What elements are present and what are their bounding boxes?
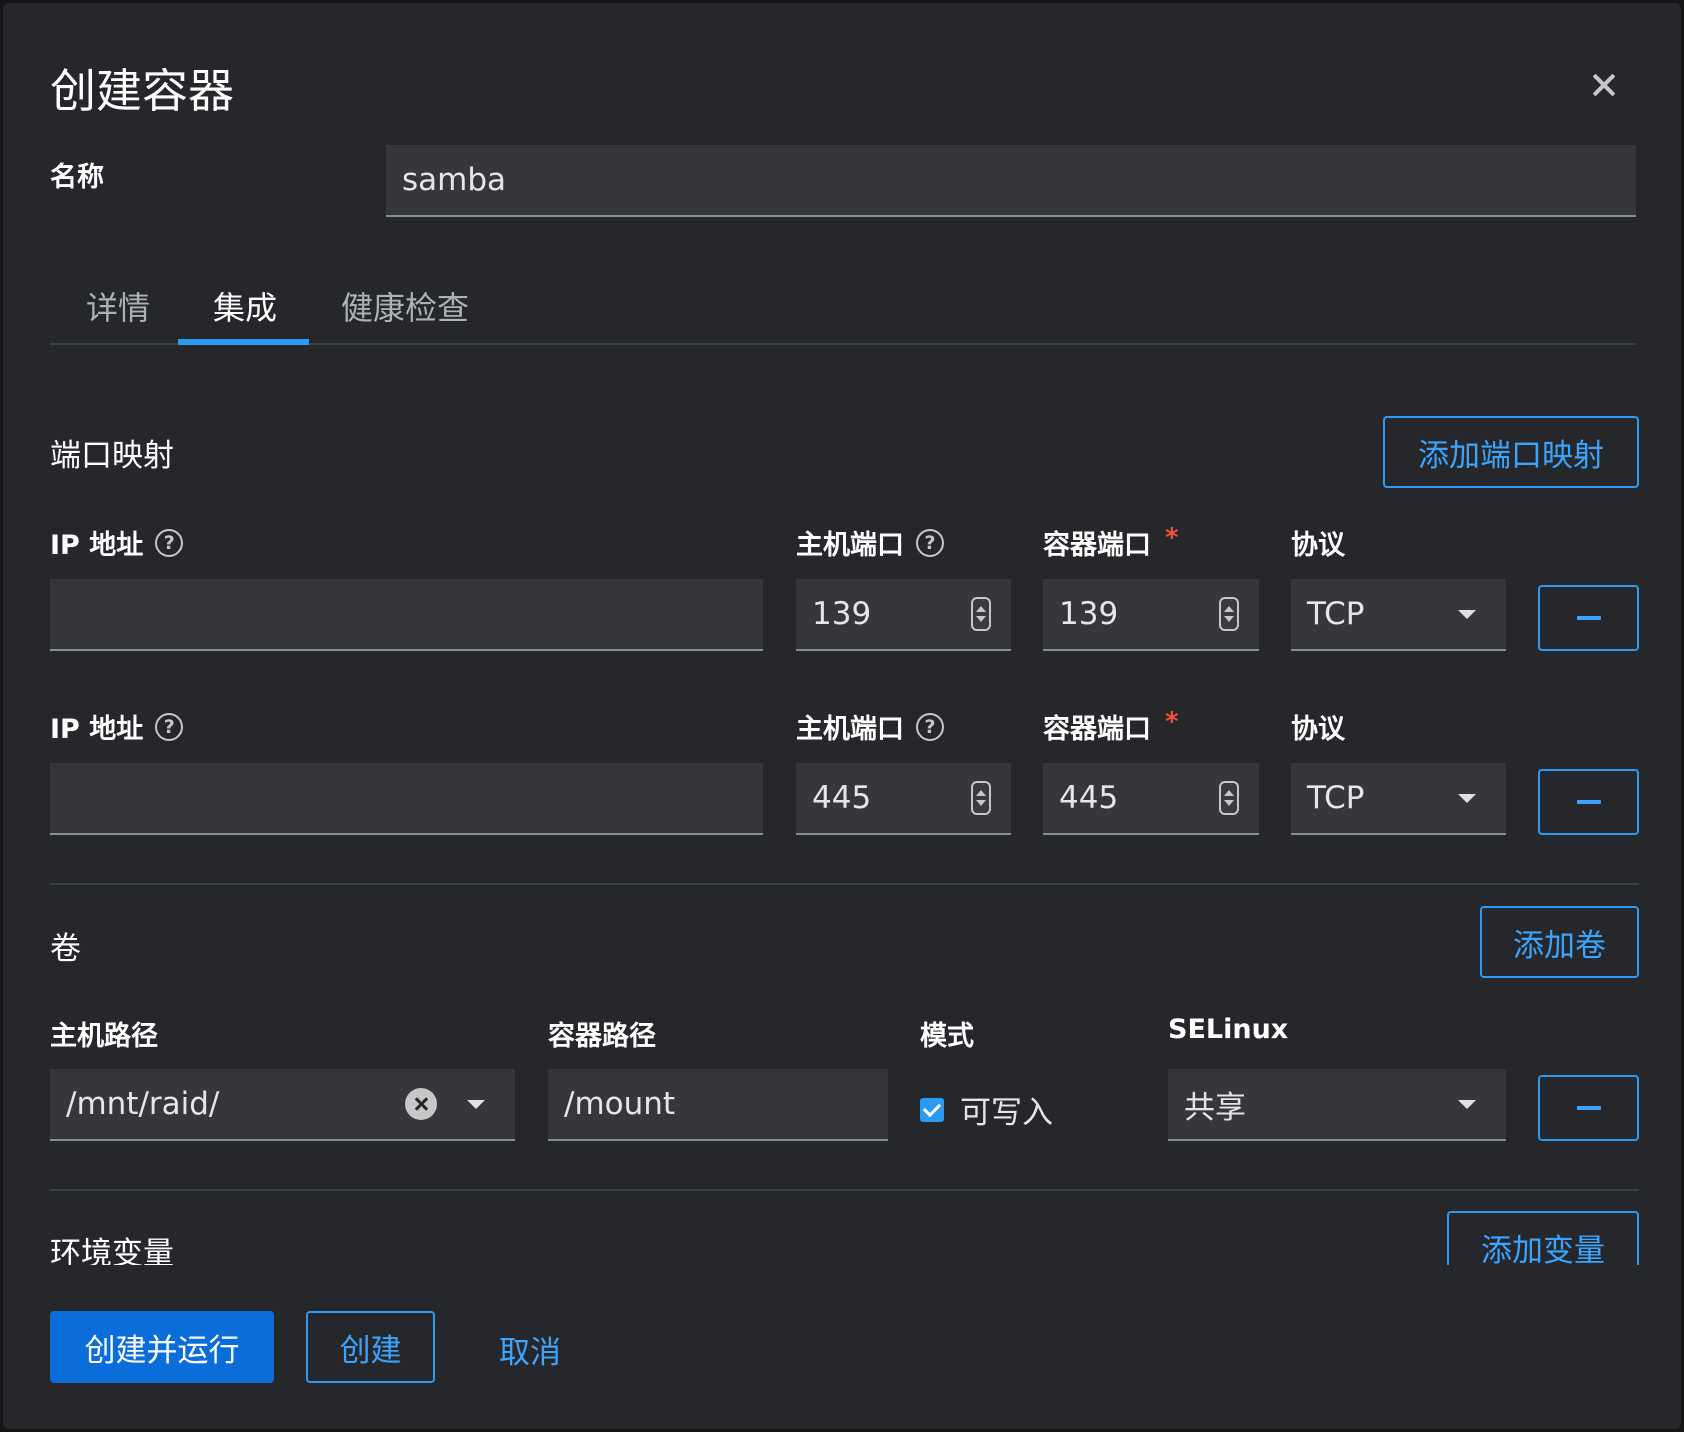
- spinner-icon[interactable]: [1219, 781, 1239, 815]
- host-port-label-group: 主机端口 ?: [796, 707, 944, 746]
- host-port-input[interactable]: 139: [796, 579, 1011, 651]
- host-port-value: 445: [812, 780, 872, 816]
- help-icon[interactable]: ?: [155, 528, 184, 557]
- writable-checkbox[interactable]: [920, 1097, 944, 1122]
- volumes-title: 卷: [50, 931, 81, 967]
- container-port-label-group: 容器端口 *: [1043, 707, 1179, 746]
- remove-volume-button[interactable]: [1538, 1075, 1639, 1141]
- ip-address-label: IP 地址: [50, 530, 144, 561]
- add-volume-button[interactable]: 添加卷: [1480, 906, 1639, 978]
- host-port-label: 主机端口: [796, 530, 904, 561]
- minus-icon: [1576, 1106, 1601, 1110]
- create-and-run-button[interactable]: 创建并运行: [50, 1311, 274, 1383]
- ip-address-input[interactable]: [50, 579, 763, 651]
- dialog-title: 创建容器: [50, 64, 234, 118]
- active-tab-indicator: [178, 339, 309, 345]
- cancel-link[interactable]: 取消: [499, 1327, 561, 1372]
- section-divider: [50, 1189, 1639, 1191]
- name-label: 名称: [50, 162, 104, 193]
- caret-down-icon: [1458, 1099, 1476, 1109]
- selinux-select[interactable]: 共享: [1168, 1069, 1506, 1141]
- spinner-icon[interactable]: [971, 597, 991, 631]
- spinner-icon[interactable]: [1219, 597, 1239, 631]
- remove-port-button[interactable]: [1538, 585, 1639, 651]
- container-path-value: /mount: [564, 1086, 676, 1122]
- ip-address-label-group: IP 地址 ?: [50, 707, 184, 746]
- writable-checkbox-group[interactable]: 可写入: [920, 1087, 1053, 1132]
- host-port-label: 主机端口: [796, 714, 904, 745]
- host-port-input[interactable]: 445: [796, 763, 1011, 835]
- required-asterisk: *: [1165, 707, 1179, 737]
- port-mapping-title: 端口映射: [50, 438, 174, 474]
- caret-down-icon: [1458, 793, 1476, 803]
- container-port-label: 容器端口: [1043, 530, 1151, 561]
- container-port-input[interactable]: 445: [1043, 763, 1259, 835]
- ip-address-label: IP 地址: [50, 714, 144, 745]
- protocol-select[interactable]: TCP: [1291, 579, 1506, 651]
- mode-label: 模式: [920, 1021, 974, 1052]
- minus-icon: [1576, 800, 1601, 804]
- create-button[interactable]: 创建: [306, 1311, 435, 1383]
- create-container-dialog: 创建容器 名称 samba 详情 集成 健康检查 端口映射 添加端口映射 IP …: [3, 3, 1681, 1429]
- clear-icon[interactable]: [405, 1088, 437, 1120]
- required-asterisk: *: [1165, 523, 1179, 553]
- selinux-label: SELinux: [1168, 1014, 1289, 1045]
- host-path-value: /mnt/raid/: [66, 1086, 220, 1122]
- help-icon[interactable]: ?: [155, 712, 184, 741]
- name-input-value: samba: [402, 162, 507, 198]
- caret-down-icon: [1458, 609, 1476, 619]
- spinner-icon[interactable]: [971, 781, 991, 815]
- protocol-value: TCP: [1307, 596, 1365, 632]
- container-port-label-group: 容器端口 *: [1043, 523, 1179, 562]
- protocol-label: 协议: [1291, 530, 1345, 561]
- container-port-input[interactable]: 139: [1043, 579, 1259, 651]
- protocol-select[interactable]: TCP: [1291, 763, 1506, 835]
- protocol-value: TCP: [1307, 780, 1365, 816]
- ip-address-label-group: IP 地址 ?: [50, 523, 184, 562]
- close-icon[interactable]: [1588, 69, 1620, 101]
- container-port-label: 容器端口: [1043, 714, 1151, 745]
- help-icon[interactable]: ?: [916, 712, 944, 741]
- tab-details[interactable]: 详情: [86, 283, 150, 329]
- add-port-mapping-button[interactable]: 添加端口映射: [1383, 416, 1639, 488]
- minus-icon: [1576, 616, 1601, 620]
- container-path-input[interactable]: /mount: [548, 1069, 888, 1141]
- host-port-label-group: 主机端口 ?: [796, 523, 944, 562]
- host-path-label: 主机路径: [50, 1021, 158, 1052]
- remove-port-button[interactable]: [1538, 769, 1639, 835]
- host-path-typeahead[interactable]: /mnt/raid/: [50, 1069, 515, 1141]
- host-port-value: 139: [812, 596, 872, 632]
- selinux-value: 共享: [1184, 1089, 1246, 1126]
- tab-integration[interactable]: 集成: [213, 283, 277, 329]
- ip-address-input[interactable]: [50, 763, 763, 835]
- container-port-value: 139: [1059, 596, 1119, 632]
- container-port-value: 445: [1059, 780, 1119, 816]
- protocol-label: 协议: [1291, 714, 1345, 745]
- scroll-clip-area: [3, 1265, 1681, 1305]
- tab-health-check[interactable]: 健康检查: [341, 283, 469, 329]
- container-path-label: 容器路径: [548, 1021, 656, 1052]
- name-input[interactable]: samba: [386, 145, 1636, 217]
- help-icon[interactable]: ?: [916, 528, 944, 557]
- section-divider: [50, 883, 1639, 885]
- writable-label: 可写入: [960, 1095, 1053, 1131]
- caret-down-icon[interactable]: [467, 1099, 485, 1109]
